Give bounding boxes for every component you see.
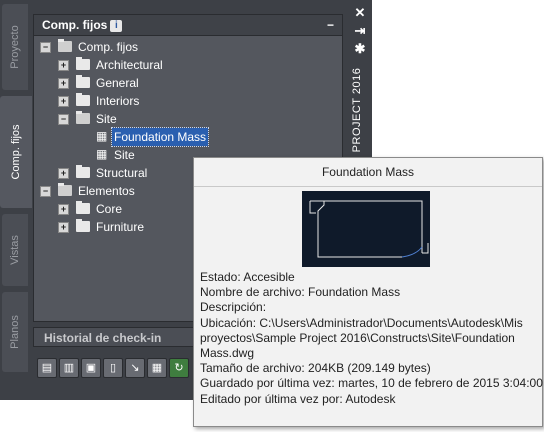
tooltip-location-line-3: Mass.dwg bbox=[200, 346, 255, 361]
constructs-toolbar: ▤ ▥ ▣ ▯ ↘ ▦ ↻ bbox=[33, 356, 193, 382]
panel-title: Comp. fijos bbox=[42, 18, 108, 32]
tab-comp-fijos-label: Comp. fijos bbox=[10, 124, 22, 180]
folder-icon bbox=[76, 57, 90, 70]
tree-item-label: Foundation Mass bbox=[110, 127, 210, 147]
tooltip-last-saved: Guardado por última vez: martes, 10 de f… bbox=[200, 376, 543, 391]
tree-item-label: Core bbox=[96, 202, 123, 216]
expand-toggle-icon[interactable]: + bbox=[58, 204, 69, 215]
tab-proyecto-label: Proyecto bbox=[9, 25, 21, 69]
tree-item-label: Interiors bbox=[96, 94, 140, 108]
tooltip-location-line-1: Ubicación: C:\Users\Administrador\Docume… bbox=[200, 315, 523, 330]
folder-icon bbox=[76, 219, 90, 232]
tree-item-label: Comp. fijos bbox=[78, 40, 139, 54]
construct-icon: ▦ bbox=[96, 129, 108, 143]
construct-tooltip: Foundation Mass Estado: Accesible Nombre… bbox=[193, 157, 543, 427]
tooltip-description: Descripción: bbox=[200, 300, 267, 315]
collapse-panel-button[interactable]: − bbox=[327, 15, 334, 35]
settings-icon[interactable]: ✱ bbox=[352, 42, 368, 56]
tree-item-label: General bbox=[96, 76, 139, 90]
vertical-tab-strip: Proyecto Comp. fijos Vistas Planos bbox=[0, 0, 32, 400]
tree-item-label: Structural bbox=[96, 166, 148, 180]
expand-toggle-icon[interactable]: + bbox=[58, 96, 69, 107]
tree-item-label: Site bbox=[96, 112, 117, 126]
collapse-toggle-icon[interactable]: − bbox=[40, 42, 51, 53]
copy-icon[interactable]: ▯ bbox=[103, 358, 123, 378]
preview-drawing-icon bbox=[309, 200, 429, 258]
folder-icon bbox=[76, 201, 90, 214]
folder-icon bbox=[76, 75, 90, 88]
collapse-toggle-icon[interactable]: − bbox=[58, 114, 69, 125]
add-element-icon[interactable]: ▣ bbox=[81, 358, 101, 378]
tooltip-properties: Estado: Accesible Nombre de archivo: Fou… bbox=[200, 270, 543, 407]
refresh-icon[interactable]: ↻ bbox=[169, 358, 189, 378]
construct-icon: ▦ bbox=[96, 147, 108, 161]
palette-title-bar: PROJECT 2016 bbox=[344, 62, 370, 158]
tooltip-location-line-2: proyectos\Sample Project 2016\Constructs… bbox=[200, 330, 515, 345]
info-icon[interactable]: i bbox=[110, 19, 123, 32]
collapse-toggle-icon[interactable]: − bbox=[40, 186, 51, 197]
tree-item-label: Furniture bbox=[96, 220, 145, 234]
tree-item-label: Elementos bbox=[78, 184, 135, 198]
tab-vistas[interactable]: Vistas bbox=[2, 214, 28, 286]
tree-item-label: Architectural bbox=[96, 58, 163, 72]
tab-proyecto[interactable]: Proyecto bbox=[2, 4, 28, 90]
tooltip-last-edited-by: Editado por última vez por: Autodesk bbox=[200, 391, 396, 406]
tree-item-label: Site bbox=[114, 148, 135, 162]
tab-planos[interactable]: Planos bbox=[2, 292, 28, 372]
add-construct-icon[interactable]: ▥ bbox=[59, 358, 79, 378]
folder-open-icon bbox=[58, 183, 72, 196]
autohide-icon[interactable]: ⇥ bbox=[352, 24, 368, 38]
sheet-icon[interactable]: ▦ bbox=[147, 358, 167, 378]
tab-planos-label: Planos bbox=[9, 315, 21, 349]
tooltip-title: Foundation Mass bbox=[194, 158, 542, 187]
folder-open-icon bbox=[76, 111, 90, 124]
tooltip-filesize: Tamaño de archivo: 204KB (209.149 bytes) bbox=[200, 361, 431, 376]
tooltip-filename: Nombre de archivo: Foundation Mass bbox=[200, 285, 401, 300]
expand-toggle-icon[interactable]: + bbox=[58, 60, 69, 71]
expand-toggle-icon[interactable]: + bbox=[58, 78, 69, 89]
palette-title: PROJECT 2016 bbox=[351, 67, 363, 153]
expand-toggle-icon[interactable]: + bbox=[58, 168, 69, 179]
folder-icon bbox=[76, 165, 90, 178]
folder-icon bbox=[76, 93, 90, 106]
tab-vistas-label: Vistas bbox=[9, 235, 21, 265]
folder-open-icon bbox=[58, 39, 72, 52]
add-category-icon[interactable]: ▤ bbox=[37, 358, 57, 378]
repath-icon[interactable]: ↘ bbox=[125, 358, 145, 378]
tooltip-status: Estado: Accesible bbox=[200, 270, 295, 284]
tab-comp-fijos[interactable]: Comp. fijos bbox=[0, 96, 32, 208]
drawing-preview bbox=[302, 191, 430, 267]
panel-header: Comp. fijos i − bbox=[34, 15, 342, 36]
close-icon[interactable]: ✕ bbox=[352, 6, 368, 20]
expand-toggle-icon[interactable]: + bbox=[58, 222, 69, 233]
